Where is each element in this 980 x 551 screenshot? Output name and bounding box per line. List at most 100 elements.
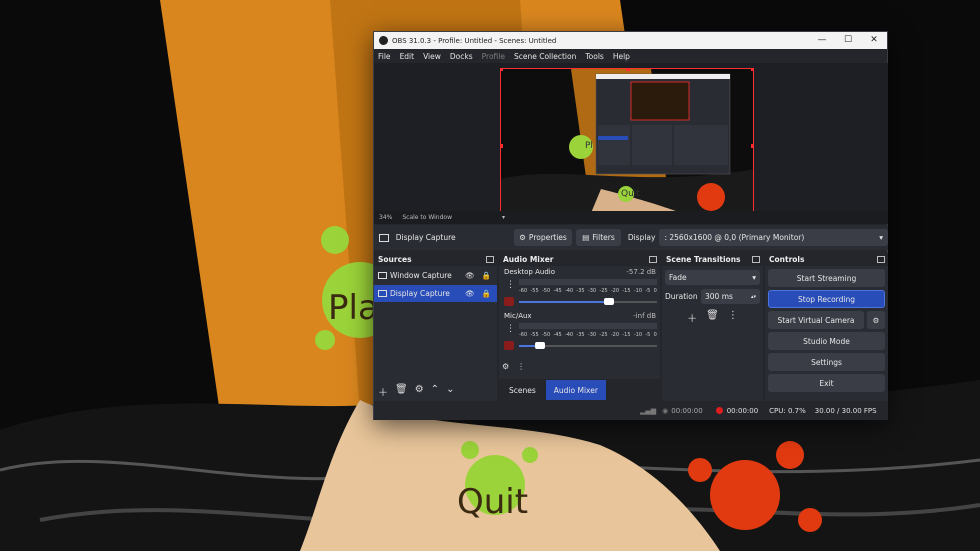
undock-icon[interactable] [877,256,885,263]
stop-recording-button[interactable]: Stop Recording [768,290,885,308]
tick-label: -5 [645,288,651,294]
sources-dock: Sources Window Capture 👁 🔒 Display Captu… [374,253,497,420]
quit-menu-text: Quit [457,482,529,522]
gear-icon: ⚙ [872,315,880,325]
tick-label: -40 [564,288,574,294]
display-select[interactable]: : 2560x1600 @ 0,0 (Primary Monitor) ▾ [659,229,888,246]
close-button[interactable]: ✕ [861,32,887,49]
virtual-camera-row: Start Virtual Camera ⚙ [768,311,885,329]
add-icon[interactable]: ＋ [687,310,697,325]
mute-mic-icon[interactable] [504,341,514,350]
display-capture-preview[interactable]: Quit Pl [500,68,754,212]
move-up-icon[interactable]: ⌃ [431,384,439,399]
tick-label: -50 [541,288,551,294]
window-title: OBS 31.0.3 - Profile: Untitled - Scenes:… [392,36,557,45]
tick-label: -50 [541,332,551,338]
advanced-audio-icon[interactable]: ⚙ [502,362,509,371]
maximize-button[interactable]: ☐ [835,32,861,49]
lock-icon[interactable]: 🔒 [482,271,491,280]
add-icon[interactable]: ＋ [378,384,388,399]
tick-label: -45 [553,332,562,338]
preview-area[interactable]: Quit Pl [374,63,888,212]
volume-knob[interactable] [603,298,614,305]
filter-icon: ▤ [582,233,590,242]
duration-spinbox[interactable]: 300 ms ▴▾ [701,289,760,304]
volume-slider[interactable] [519,298,657,305]
trash-icon[interactable]: 🗑 [395,384,408,399]
trash-icon[interactable]: 🗑 [706,310,719,325]
stream-time: 00:00:00 [671,406,703,415]
undock-icon[interactable] [752,256,760,263]
menu-help[interactable]: Help [613,52,630,61]
transition-select[interactable]: Fade ▾ [665,270,760,285]
tick-label: 0 [653,288,657,294]
resize-handle[interactable] [626,69,630,71]
preview-play-text: Pl [585,141,593,151]
undock-icon[interactable] [486,256,494,263]
lock-icon[interactable]: 🔒 [482,289,491,298]
tick-label: -25 [599,332,608,338]
audio-mixer-header: Audio Mixer [499,253,660,266]
volume-knob[interactable] [534,342,545,349]
eye-icon[interactable]: 👁 [465,289,475,298]
dock-tabs: Scenes Audio Mixer [499,379,660,401]
more-options-icon[interactable]: ⋮ [506,324,515,334]
menu-tools[interactable]: Tools [585,52,603,61]
menu-edit[interactable]: Edit [400,52,415,61]
studio-mode-button[interactable]: Studio Mode [768,332,885,350]
display-label: Display [627,233,656,242]
menu-view[interactable]: View [423,52,441,61]
fps-readout: 30.00 / 30.00 FPS [814,406,877,415]
volume-fill [519,301,609,303]
duration-label: Duration [665,292,698,301]
volume-slider[interactable] [519,342,657,349]
scale-mode-select[interactable]: Scale to Window [402,214,452,221]
settings-button[interactable]: Settings [768,353,885,371]
more-options-icon[interactable]: ⋮ [517,362,525,371]
resize-handle[interactable] [751,69,753,71]
more-options-icon[interactable]: ⋮ [728,310,738,325]
tab-audio-mixer[interactable]: Audio Mixer [545,380,606,400]
virtual-camera-settings-button[interactable]: ⚙ [867,311,885,329]
eye-icon[interactable]: 👁 [465,271,475,280]
start-streaming-button[interactable]: Start Streaming [768,269,885,287]
gear-icon: ⚙ [519,233,526,242]
tick-label: -20 [610,288,620,294]
move-down-icon[interactable]: ⌄ [446,384,454,399]
record-dot-icon [715,407,723,414]
source-label: Display Capture [390,289,450,298]
gear-icon[interactable]: ⚙ [415,384,424,399]
tick-label: -35 [576,288,585,294]
minimize-button[interactable]: — [809,32,835,49]
window-icon [378,272,387,279]
resize-handle[interactable] [751,144,753,148]
meter-ticks: -60 -55 -50 -45 -40 -35 -30 -25 -20 -15 -10 -5 0 [519,332,657,338]
controls-title: Controls [769,255,805,264]
menu-profile[interactable]: Profile [482,52,505,61]
resize-handle[interactable] [501,69,503,71]
exit-button[interactable]: Exit [768,374,885,392]
source-item-display-capture[interactable]: Display Capture 👁 🔒 [374,285,497,302]
menu-bar: File Edit View Docks Profile Scene Colle… [374,49,887,63]
tab-scenes[interactable]: Scenes [499,380,546,400]
properties-button[interactable]: ⚙ Properties [513,229,573,246]
start-virtual-camera-button[interactable]: Start Virtual Camera [768,311,864,329]
mute-speaker-icon[interactable] [504,297,514,306]
obs-window: OBS 31.0.3 - Profile: Untitled - Scenes:… [373,31,888,420]
source-item-window-capture[interactable]: Window Capture 👁 🔒 [374,267,497,284]
resize-handle[interactable] [501,144,503,148]
more-options-icon[interactable]: ⋮ [506,280,515,290]
filters-button[interactable]: ▤ Filters [576,229,621,246]
tick-label: -5 [645,332,651,338]
menu-file[interactable]: File [378,52,391,61]
sources-title: Sources [378,255,412,264]
menu-scene-collection[interactable]: Scene Collection [514,52,576,61]
tick-label: -40 [564,332,574,338]
monitor-icon [379,233,389,242]
scene-transitions-header: Scene Transitions [662,253,763,266]
menu-docks[interactable]: Docks [450,52,473,61]
preview-quit-text: Quit [621,189,640,199]
transition-value: Fade [669,273,687,282]
undock-icon[interactable] [649,256,657,263]
chevron-down-icon[interactable]: ▾ [502,214,505,221]
